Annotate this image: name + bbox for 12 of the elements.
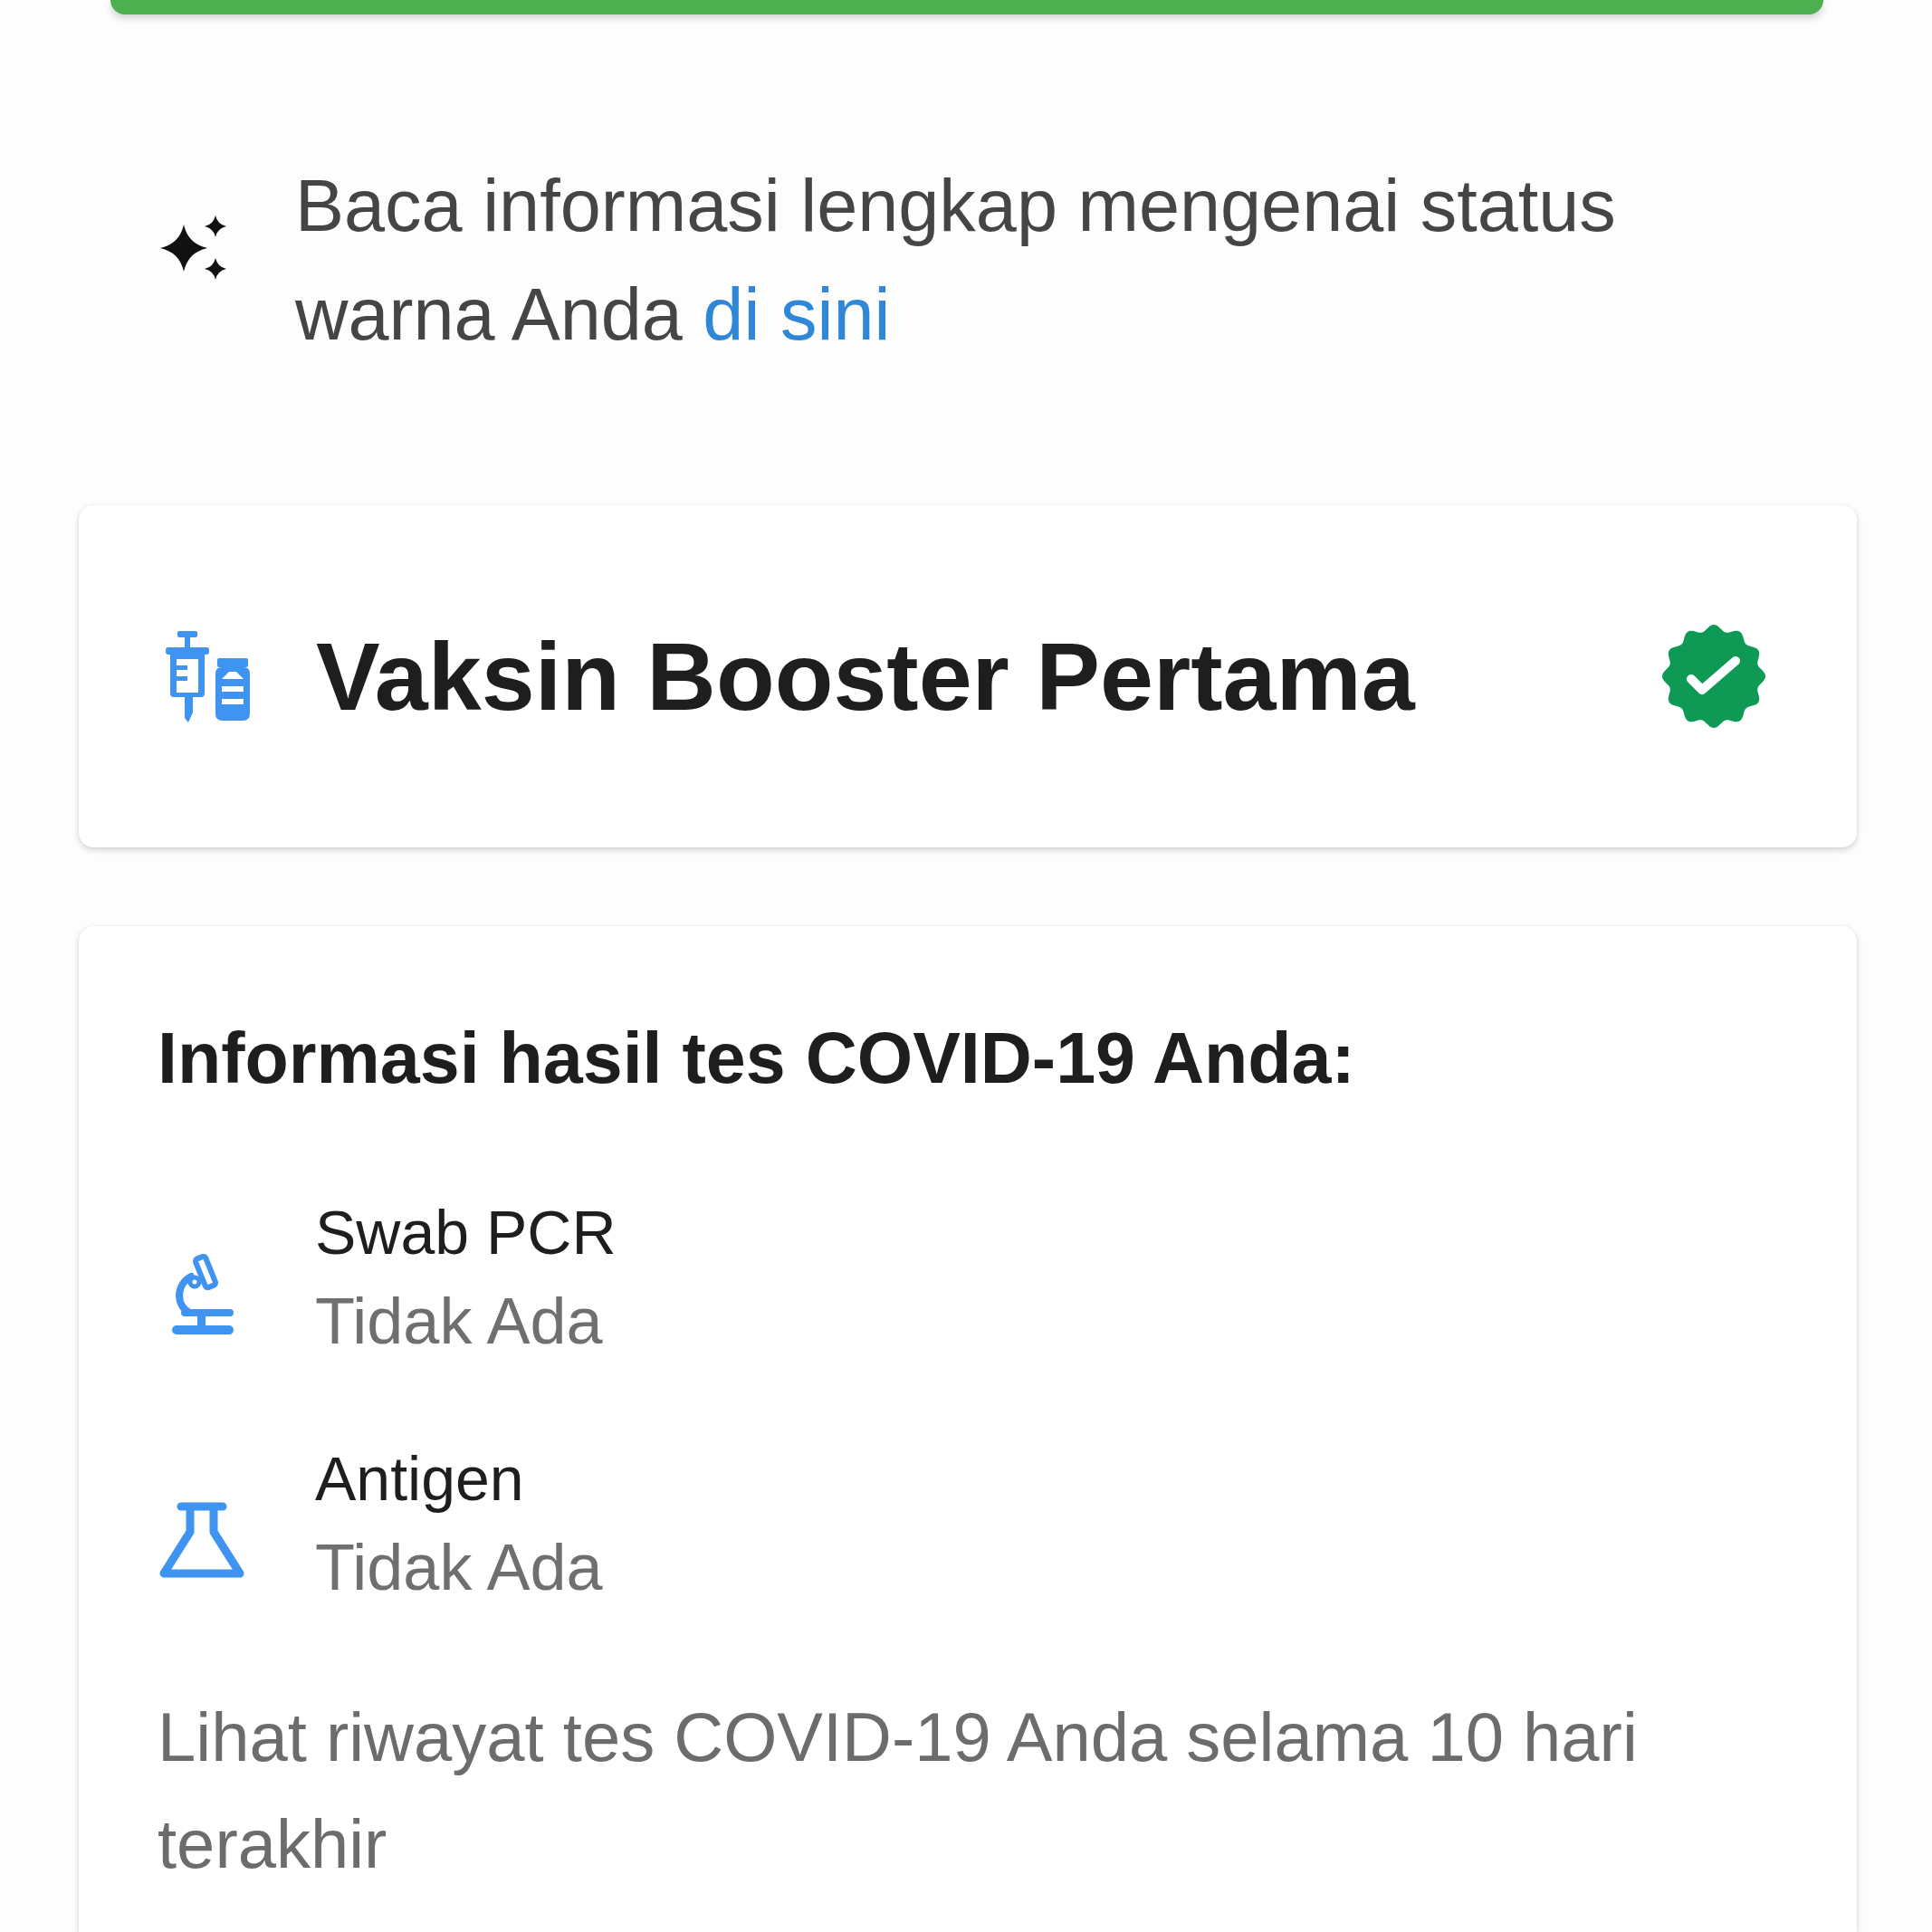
vaccine-title: Vaksin Booster Pertama [316, 621, 1417, 732]
info-text: Baca informasi lengkap mengenai status warna Anda di sini [295, 164, 1617, 357]
history-text: Lihat riwayat tes COVID-19 Anda selama 10 hari terakhir [158, 1698, 1639, 1884]
test-result: Tidak Ada [315, 1284, 604, 1359]
info-link[interactable]: di sini [703, 273, 891, 355]
syringe-vial-icon [164, 629, 251, 723]
test-name: Swab PCR [315, 1197, 617, 1268]
sparkle-icon [160, 215, 227, 281]
test-heading: Informasi hasil tes COVID-19 Anda: [158, 1017, 1356, 1100]
flask-icon [158, 1501, 246, 1581]
test-result: Tidak Ada [315, 1530, 603, 1605]
test-name: Antigen [315, 1443, 525, 1515]
